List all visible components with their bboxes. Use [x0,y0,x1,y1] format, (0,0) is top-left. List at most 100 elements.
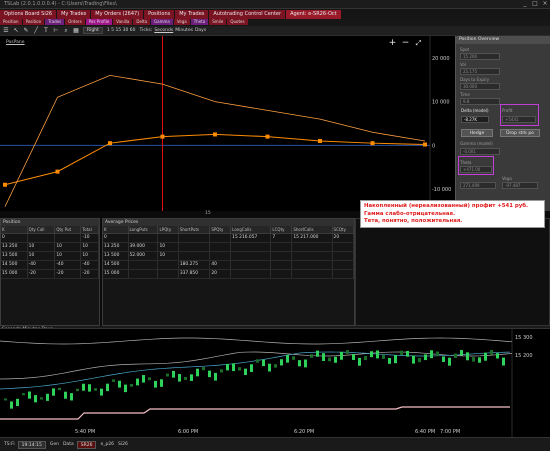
table-row[interactable]: 15 000 337.850 20 [103,269,354,279]
grid-icon[interactable]: ▦ [72,27,80,35]
spot-field[interactable]: 15 200 [460,53,500,60]
maximize-button[interactable]: □ [530,0,540,8]
subtab-6[interactable]: Delta [133,19,151,25]
subtab-7[interactable]: Gamma [151,19,173,25]
col-header[interactable]: Qty Put [54,226,82,234]
tab-6[interactable]: Agent: e-SR26-Oct [286,10,341,19]
align-dropdown[interactable]: Right [83,27,103,34]
drop-strikes-button[interactable]: Drop strk po [500,129,540,137]
tab-3[interactable]: Positions [144,10,175,19]
candle [40,397,43,400]
col-header[interactable]: LongPuts [128,226,159,234]
table-row[interactable]: 13 250 39.000 10 [103,242,354,252]
candle [76,388,79,392]
col-header[interactable]: LPQty [157,226,179,234]
col-header[interactable]: ShortCalls [291,226,333,234]
days-field[interactable]: 30.000 [460,83,500,90]
gamma-field[interactable]: -0.001 [460,148,500,155]
col-header[interactable]: K [103,226,129,234]
tab-4[interactable]: My Trades [175,10,209,19]
candle [166,373,169,377]
subtab-8[interactable]: Vega [173,19,190,25]
col-header[interactable]: LongCalls [230,226,272,234]
candle [202,367,205,371]
fit-icon[interactable]: ⤢ [414,39,423,48]
table-row[interactable]: 15 000 -20 -20 -20 [1,269,99,279]
axis-marker: 15 [205,211,211,216]
candle [346,350,349,355]
table-row[interactable]: 14 500 180.275 40 [103,260,354,270]
col-header[interactable]: LCQty [270,226,293,234]
bp-field[interactable]: e_p26 [100,442,114,447]
status-time: 19:14:15 [17,440,46,449]
days-button[interactable]: Days [195,28,206,33]
ticker2-field[interactable]: Si26 [118,442,128,447]
minutes-button[interactable]: Minutes [175,28,193,33]
col-header[interactable]: SCQty [332,226,354,234]
ruler-icon[interactable]: ⊢ [52,27,60,35]
table-row[interactable]: 0 15 216.057 7 15 217.000 20 [103,233,354,243]
candle [472,357,475,362]
table-cell [209,233,232,243]
table-row[interactable]: 0 -10 [1,233,99,243]
hedge-button[interactable]: Hedge [461,129,493,137]
interval-buttons[interactable]: 1 5 15 30 60 [107,28,136,33]
table-row[interactable]: 13 500 52.000 10 [103,251,354,261]
time-field[interactable]: 9.8 [460,98,500,105]
text-icon[interactable]: T [42,27,50,35]
pencil-icon[interactable]: ✎ [22,27,30,35]
vega-field[interactable]: -97.487 [502,182,538,189]
close-button[interactable]: × [540,0,550,8]
col-header[interactable]: Total [80,226,99,234]
candle [256,359,259,363]
line-icon[interactable]: ╱ [32,27,40,35]
col-header[interactable]: K [1,226,28,234]
subtab-0[interactable]: Position [0,19,22,25]
col-header[interactable]: ShortPuts [178,226,211,234]
seconds-button[interactable]: Seconds [154,28,173,33]
crosshair-icon[interactable]: ↖ [12,27,20,35]
data-button[interactable]: Data [63,442,74,447]
table-row[interactable]: 13 500 10 10 10 [1,251,99,261]
subtab-2[interactable]: Trades [45,19,65,25]
tab-5[interactable]: Autotrading Control Center [209,10,286,19]
table-row[interactable]: 14 500 -40 -40 -40 [1,260,99,270]
price-chart[interactable]: 15 300 15 200 5:40 PM 6:00 PM 6:20 PM 6:40 PM… [0,328,550,438]
col-header[interactable]: SPQty [209,226,232,234]
tab-0[interactable]: Options Board Si26 [0,10,57,19]
subtab-4[interactable]: Pos Profile [85,19,113,25]
zoom-out-button[interactable]: − [401,39,410,48]
data-point [3,182,7,187]
delta-field[interactable]: -8.27K [461,116,489,123]
subtab-1[interactable]: Position [22,19,45,25]
table-row[interactable]: 13 250 10 10 10 [1,242,99,252]
annotation-note: Накопленный (нереализованный) профит +54… [360,200,545,228]
subtab-5[interactable]: Vanilla [113,19,133,25]
prices-table-panel: Average Prices K LongPuts LPQty ShortPuts SP… [102,218,355,326]
tab-1[interactable]: My Trades [57,10,91,19]
table-cell [332,251,354,261]
tab-2[interactable]: My Orders (2647) [91,10,144,19]
subtab-10[interactable]: Smile [209,19,227,25]
subtab-11[interactable]: Quotes [227,19,248,25]
table-cell [230,269,272,279]
candle [286,354,289,363]
profile-chart-svg: 20 000 10 000 0 -10 000 [0,36,451,211]
series-line-1 [4,74,426,207]
subtab-9[interactable]: Theta [190,19,209,25]
vol-field[interactable]: 25.175 [460,68,500,75]
cursor-icon[interactable]: ☰ [2,27,10,35]
minimize-button[interactable]: _ [520,0,530,8]
zoom-icon[interactable]: ⌕ [62,27,70,35]
table-cell: 52.000 [128,251,159,261]
data-point [423,142,427,147]
extra-field[interactable]: 271.499 [460,182,496,189]
gen-button[interactable]: Gen [50,442,59,447]
ticker-field[interactable]: SR26 [76,440,97,449]
col-header[interactable]: Qty Call [27,226,56,234]
position-profile-chart[interactable]: 20 000 10 000 0 -10 000 [0,36,455,211]
subtab-3[interactable]: Orders [65,19,85,25]
data-point [55,169,60,174]
chart-toolbar: ☰ ↖ ✎ ╱ T ⊢ ⌕ ▦ Right 1 5 15 30 60 Ticks… [0,26,550,36]
zoom-in-button[interactable]: + [388,39,397,48]
